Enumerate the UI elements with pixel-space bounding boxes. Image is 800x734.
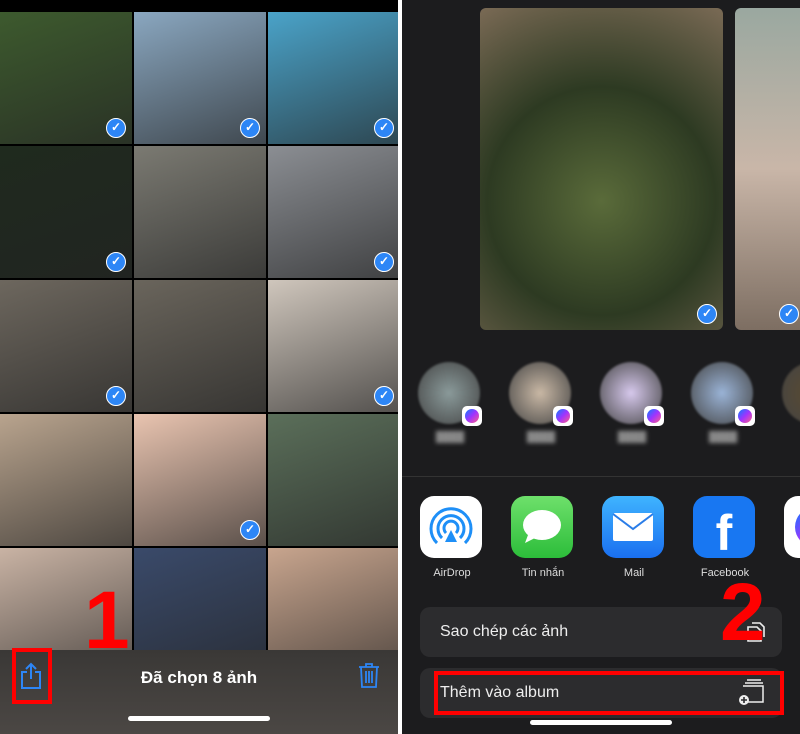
photo-thumbnail[interactable]: ✓ — [268, 280, 398, 412]
contact-name: Dat — [782, 432, 800, 444]
photo-thumbnail[interactable]: ✓ — [268, 146, 398, 278]
checkmark-icon[interactable]: ✓ — [106, 386, 126, 406]
photo-thumbnail[interactable]: ✓ — [0, 12, 132, 144]
messages-icon — [511, 496, 573, 558]
app-label: AirDrop — [433, 567, 471, 579]
photo-preview[interactable]: ✓ — [480, 8, 723, 330]
checkmark-icon[interactable]: ✓ — [240, 118, 260, 138]
home-indicator — [530, 720, 672, 725]
app-label: Tin nhắn — [521, 567, 565, 579]
divider — [402, 476, 800, 477]
contact-name: ████ — [526, 432, 556, 443]
photo-preview[interactable]: ✓ — [735, 8, 800, 330]
contact-suggestion[interactable]: ████ — [600, 362, 664, 444]
home-indicator — [128, 716, 270, 721]
checkmark-icon[interactable]: ✓ — [240, 520, 260, 540]
trash-icon[interactable] — [358, 662, 380, 688]
app-label: Mail — [623, 567, 645, 579]
contact-name: ████ — [435, 432, 465, 443]
checkmark-icon[interactable]: ✓ — [374, 118, 394, 138]
contact-name: ████ — [617, 432, 647, 443]
photos-selection-screen: ✓ ✓ ✓ ✓ ✓ ✓ ✓ ✓ Đã chọn 8 ảnh 1 — [0, 0, 398, 734]
messenger-icon — [735, 406, 755, 426]
photo-thumbnail[interactable] — [134, 280, 266, 412]
contact-name: ████ — [708, 432, 738, 443]
share-button-highlight[interactable] — [12, 648, 52, 704]
panel-divider — [398, 0, 402, 734]
photo-thumbnail[interactable] — [0, 414, 132, 546]
share-app-messages[interactable]: Tin nhắn — [511, 496, 575, 579]
photo-thumbnail[interactable]: ✓ — [134, 414, 266, 546]
bottom-toolbar: Đã chọn 8 ảnh — [0, 650, 398, 734]
checkmark-icon[interactable]: ✓ — [374, 252, 394, 272]
checkmark-icon[interactable]: ✓ — [779, 304, 799, 324]
step-number-2: 2 — [720, 567, 766, 658]
photo-thumbnail[interactable]: ✓ — [0, 280, 132, 412]
messenger-icon — [644, 406, 664, 426]
contact-suggestion[interactable]: ████ — [691, 362, 755, 444]
contact-suggestion[interactable]: Dat — [782, 362, 800, 444]
photo-thumbnail[interactable]: ✓ — [0, 146, 132, 278]
add-to-album-highlight — [434, 671, 784, 715]
share-app-messenger[interactable]: Me — [784, 496, 800, 579]
avatar — [782, 362, 800, 424]
facebook-icon: f — [693, 496, 755, 561]
share-sheet: ✓ ✓ ████ ████ ████ ████ Dat AirDrop Tin nhắn M… — [402, 0, 800, 734]
action-label: Sao chép các ảnh — [440, 623, 569, 640]
messenger-icon — [784, 496, 800, 558]
mail-icon — [602, 496, 664, 558]
photo-thumbnail[interactable] — [134, 146, 266, 278]
share-app-mail[interactable]: Mail — [602, 496, 666, 579]
messenger-icon — [462, 406, 482, 426]
photo-thumbnail[interactable]: ✓ — [134, 12, 266, 144]
checkmark-icon[interactable]: ✓ — [106, 118, 126, 138]
step-number-1: 1 — [84, 575, 130, 666]
checkmark-icon[interactable]: ✓ — [374, 386, 394, 406]
app-label: Me — [784, 567, 800, 579]
checkmark-icon[interactable]: ✓ — [106, 252, 126, 272]
checkmark-icon[interactable]: ✓ — [697, 304, 717, 324]
contact-suggestion[interactable]: ████ — [418, 362, 482, 444]
photo-thumbnail[interactable]: ✓ — [268, 12, 398, 144]
contact-suggestion[interactable]: ████ — [509, 362, 573, 444]
messenger-icon — [553, 406, 573, 426]
selected-count-title: Đã chọn 8 ảnh — [140, 668, 258, 687]
photo-thumbnail[interactable] — [268, 414, 398, 546]
share-app-airdrop[interactable]: AirDrop — [420, 496, 484, 579]
airdrop-icon — [420, 496, 482, 558]
